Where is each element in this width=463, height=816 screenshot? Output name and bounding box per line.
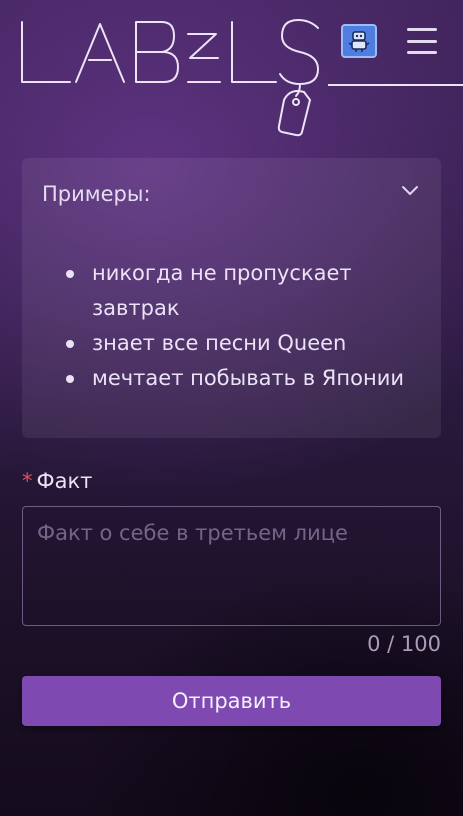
hamburger-menu-icon — [407, 28, 437, 31]
examples-title: Примеры: — [42, 182, 151, 206]
header — [0, 0, 463, 145]
labels-logo[interactable] — [18, 14, 330, 140]
required-mark: * — [22, 469, 33, 493]
chevron-down-icon[interactable] — [400, 184, 420, 198]
list-item: никогда не пропускает завтрак — [44, 256, 424, 326]
robot-icon — [348, 31, 370, 52]
list-item: знает все песни Queen — [44, 326, 424, 361]
fact-input[interactable] — [22, 506, 441, 626]
examples-toggle[interactable]: Примеры: — [22, 158, 441, 228]
fact-label-text: Факт — [36, 469, 93, 493]
logo-underline — [328, 84, 463, 86]
list-item: мечтает побывать в Японии — [44, 361, 424, 396]
submit-button[interactable]: Отправить — [22, 676, 441, 726]
menu-button[interactable] — [405, 26, 439, 56]
character-counter: 0 / 100 — [367, 632, 441, 656]
fact-label: * Факт — [22, 467, 92, 495]
examples-list: никогда не пропускает завтрак знает все … — [44, 256, 424, 396]
examples-card: Примеры: никогда не пропускает завтрак з… — [22, 158, 441, 438]
bot-button[interactable] — [341, 24, 377, 58]
